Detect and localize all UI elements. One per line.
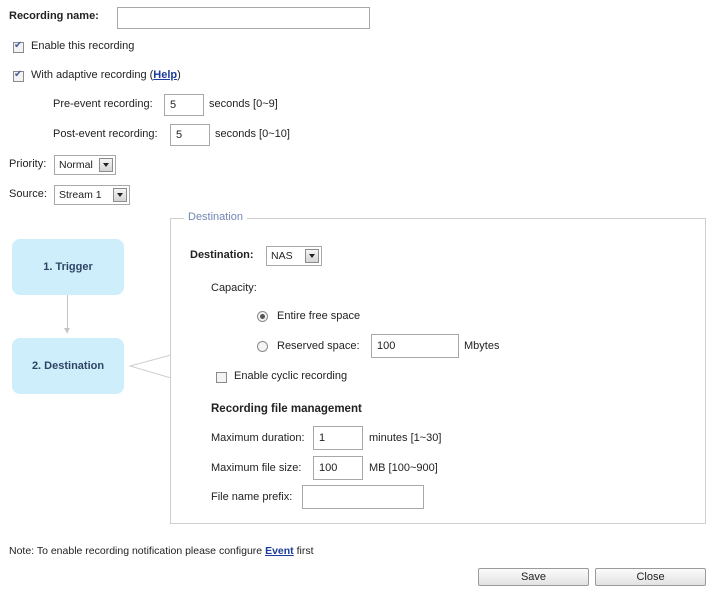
max-file-size-input[interactable] (313, 456, 363, 480)
file-name-prefix-label: File name prefix: (211, 491, 293, 503)
entire-free-space-radio[interactable] (257, 311, 268, 322)
arrow-down-icon (64, 328, 70, 333)
chevron-down-icon[interactable] (99, 158, 113, 172)
adaptive-recording-label: With adaptive recording (Help) (31, 69, 181, 81)
enable-recording-checkbox[interactable] (13, 40, 24, 53)
step-trigger[interactable]: 1. Trigger (12, 239, 124, 295)
save-button[interactable]: Save (478, 568, 589, 586)
file-name-prefix-input[interactable] (302, 485, 424, 509)
priority-value: Normal (59, 159, 93, 171)
pre-event-input[interactable] (164, 94, 204, 116)
adaptive-recording-checkbox[interactable] (13, 69, 24, 82)
pre-event-unit: seconds [0~9] (209, 98, 278, 110)
reserved-space-radio[interactable] (257, 341, 268, 352)
file-management-title: Recording file management (211, 403, 362, 415)
cyclic-recording-label: Enable cyclic recording (234, 370, 348, 382)
step-destination-label: 2. Destination (31, 360, 105, 372)
destination-value: NAS (271, 250, 293, 262)
event-link[interactable]: Event (265, 545, 294, 557)
reserved-space-label: Reserved space: (277, 340, 360, 352)
pre-event-label: Pre-event recording: (53, 98, 153, 110)
capacity-label: Capacity: (211, 282, 257, 294)
help-link[interactable]: Help (153, 69, 177, 81)
max-duration-unit: minutes [1~30] (369, 432, 442, 444)
max-duration-input[interactable] (313, 426, 363, 450)
close-button[interactable]: Close (595, 568, 706, 586)
step-destination[interactable]: 2. Destination (12, 338, 124, 394)
priority-select[interactable]: Normal (54, 155, 116, 175)
step-trigger-label: 1. Trigger (43, 261, 93, 273)
notification-note: Note: To enable recording notification p… (9, 545, 314, 557)
source-select[interactable]: Stream 1 (54, 185, 130, 205)
chevron-down-icon[interactable] (305, 249, 319, 263)
callout-pointer (128, 354, 172, 379)
enable-recording-label: Enable this recording (31, 40, 135, 52)
priority-label: Priority: (9, 158, 47, 170)
max-duration-label: Maximum duration: (211, 432, 305, 444)
destination-legend: Destination (184, 211, 248, 223)
post-event-unit: seconds [0~10] (215, 128, 290, 140)
destination-select[interactable]: NAS (266, 246, 322, 266)
source-value: Stream 1 (59, 189, 102, 201)
destination-label: Destination: (190, 249, 254, 261)
entire-free-space-label: Entire free space (277, 310, 361, 322)
max-file-size-label: Maximum file size: (211, 462, 302, 474)
post-event-label: Post-event recording: (53, 128, 158, 140)
max-file-size-unit: MB [100~900] (369, 462, 438, 474)
chevron-down-icon[interactable] (113, 188, 127, 202)
post-event-input[interactable] (170, 124, 210, 146)
recording-name-label: Recording name: (9, 10, 99, 22)
cyclic-recording-checkbox[interactable] (216, 372, 227, 383)
reserved-space-unit: Mbytes (464, 340, 500, 352)
recording-name-input[interactable] (117, 7, 370, 29)
reserved-space-input[interactable] (371, 334, 459, 358)
source-label: Source: (9, 188, 47, 200)
